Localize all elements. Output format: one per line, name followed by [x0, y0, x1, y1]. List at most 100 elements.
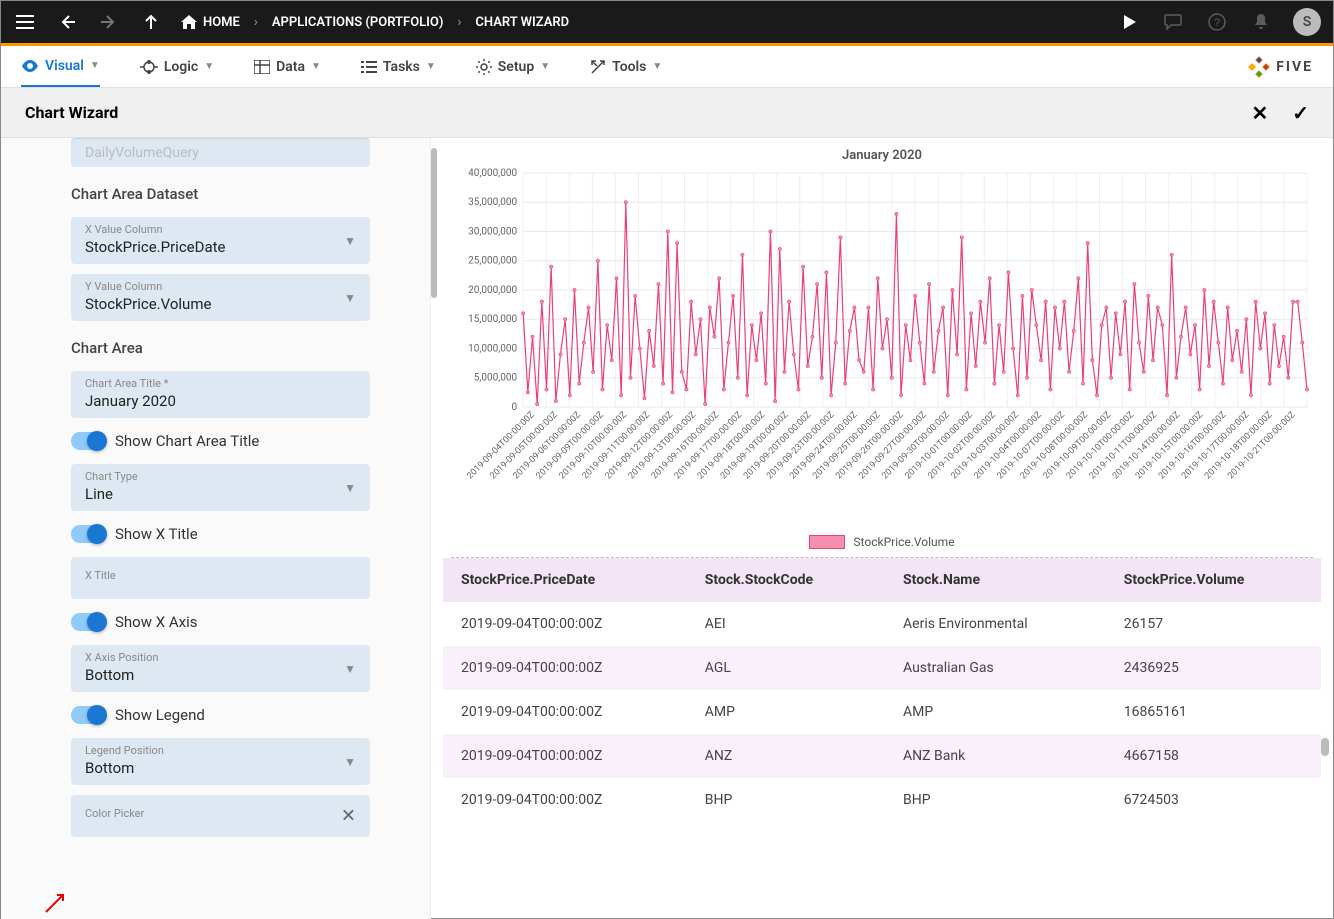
field-value: Line: [85, 485, 356, 503]
section-title-dataset: Chart Area Dataset: [71, 185, 370, 203]
legend-label: StockPrice.Volume: [853, 535, 954, 549]
chart-area-title-field[interactable]: Chart Area Title * January 2020: [71, 371, 370, 418]
data-table: StockPrice.PriceDateStock.StockCodeStock…: [443, 558, 1321, 822]
tab-label: Logic: [164, 59, 198, 75]
x-title-field[interactable]: X Title: [71, 557, 370, 599]
brand-logo: FIVE: [1248, 56, 1313, 78]
tab-data[interactable]: Data▼: [254, 46, 321, 87]
field-label: Chart Area Title *: [85, 377, 356, 390]
svg-text:25,000,000: 25,000,000: [468, 256, 517, 267]
table-cell: AGL: [687, 646, 885, 690]
show-x-axis-toggle[interactable]: [71, 613, 105, 631]
tab-visual[interactable]: Visual ▼: [21, 46, 100, 87]
tab-tasks[interactable]: Tasks▼: [361, 46, 436, 87]
check-icon[interactable]: ✓: [1292, 101, 1309, 125]
scrollbar[interactable]: [1321, 738, 1329, 756]
main: DailyVolumeQuery Chart Area Dataset X Va…: [1, 138, 1333, 919]
query-field-stub[interactable]: DailyVolumeQuery: [71, 138, 370, 167]
table-header: StockPrice.Volume: [1106, 558, 1321, 602]
table-cell: Aeris Environmental: [885, 602, 1106, 646]
field-label: X Axis Position: [85, 651, 356, 664]
table-cell: AEI: [687, 602, 885, 646]
chevron-down-icon: ▼: [311, 61, 321, 72]
table-cell: ANZ: [687, 734, 885, 778]
svg-text:5,000,000: 5,000,000: [474, 373, 518, 384]
table-row[interactable]: 2019-09-04T00:00:00ZAEIAeris Environment…: [443, 602, 1321, 646]
svg-text:10,000,000: 10,000,000: [468, 344, 517, 355]
section-title-chartarea: Chart Area: [71, 339, 370, 357]
svg-text:20,000,000: 20,000,000: [468, 285, 517, 296]
sidebar: DailyVolumeQuery Chart Area Dataset X Va…: [1, 138, 431, 919]
table-cell: 2019-09-04T00:00:00Z: [443, 602, 687, 646]
breadcrumb-apps[interactable]: APPLICATIONS (PORTFOLIO): [272, 15, 444, 30]
chevron-down-icon: ▼: [344, 234, 356, 248]
tab-tools[interactable]: Tools ▼: [590, 46, 662, 87]
toggle-label: Show Chart Area Title: [115, 432, 259, 450]
svg-text:30,000,000: 30,000,000: [468, 227, 517, 238]
breadcrumb-label: APPLICATIONS (PORTFOLIO): [272, 15, 444, 30]
bell-icon[interactable]: [1249, 10, 1273, 34]
svg-text:0: 0: [512, 402, 518, 413]
table-cell: AMP: [687, 690, 885, 734]
field-label: Color Picker: [85, 801, 356, 820]
chevron-down-icon: ▼: [652, 61, 662, 72]
legend-position-field[interactable]: Legend Position Bottom ▼: [71, 738, 370, 785]
chevron-right-icon: ›: [457, 15, 461, 30]
avatar[interactable]: S: [1293, 8, 1321, 36]
breadcrumb-home[interactable]: HOME: [181, 15, 240, 30]
x-value-column-field[interactable]: X Value Column StockPrice.PriceDate ▼: [71, 217, 370, 264]
show-legend-toggle[interactable]: [71, 706, 105, 724]
play-icon[interactable]: [1117, 10, 1141, 34]
table-row[interactable]: 2019-09-04T00:00:00ZAGLAustralian Gas243…: [443, 646, 1321, 690]
back-icon[interactable]: [55, 10, 79, 34]
table-cell: BHP: [885, 778, 1106, 822]
svg-text:40,000,000: 40,000,000: [468, 168, 517, 179]
tab-label: Visual: [45, 58, 84, 74]
color-picker-field[interactable]: Color Picker ✕: [71, 795, 370, 837]
table-row[interactable]: 2019-09-04T00:00:00ZBHPBHP6724503: [443, 778, 1321, 822]
brand-text: FIVE: [1276, 59, 1313, 75]
hamburger-icon[interactable]: [13, 10, 37, 34]
page-header: Chart Wizard ✕ ✓: [1, 88, 1333, 138]
content: January 2020 05,000,00010,000,00015,000,…: [431, 138, 1333, 919]
field-label: Chart Type: [85, 470, 356, 483]
close-icon[interactable]: ✕: [1251, 101, 1268, 125]
table-cell: 16865161: [1106, 690, 1321, 734]
field-label: X Title: [85, 563, 356, 582]
chevron-down-icon: ▼: [344, 481, 356, 495]
field-label: X Value Column: [85, 223, 356, 236]
help-icon[interactable]: ?: [1205, 10, 1229, 34]
table-cell: ANZ Bank: [885, 734, 1106, 778]
field-value: Bottom: [85, 666, 356, 684]
table-cell: 2019-09-04T00:00:00Z: [443, 734, 687, 778]
table-cell: 26157: [1106, 602, 1321, 646]
show-x-title-toggle[interactable]: [71, 525, 105, 543]
field-value: Bottom: [85, 759, 356, 777]
table-cell: 4667158: [1106, 734, 1321, 778]
y-value-column-field[interactable]: Y Value Column StockPrice.Volume ▼: [71, 274, 370, 321]
tab-label: Tools: [612, 59, 646, 75]
tab-logic[interactable]: Logic▼: [140, 46, 214, 87]
chevron-down-icon: ▼: [90, 60, 100, 71]
table-cell: 2019-09-04T00:00:00Z: [443, 778, 687, 822]
table-row[interactable]: 2019-09-04T00:00:00ZAMPAMP16865161: [443, 690, 1321, 734]
forward-icon[interactable]: [97, 10, 121, 34]
chevron-down-icon: ▼: [426, 61, 436, 72]
show-area-title-toggle[interactable]: [71, 432, 105, 450]
breadcrumb-label: HOME: [203, 15, 240, 30]
scrollbar[interactable]: [431, 148, 437, 298]
breadcrumb-chartwizard[interactable]: CHART WIZARD: [475, 15, 569, 30]
table-header: StockPrice.PriceDate: [443, 558, 687, 602]
svg-text:35,000,000: 35,000,000: [468, 197, 517, 208]
table-cell: AMP: [885, 690, 1106, 734]
tab-setup[interactable]: Setup▼: [476, 46, 550, 87]
breadcrumb: HOME › APPLICATIONS (PORTFOLIO) › CHART …: [181, 15, 569, 30]
chart-type-field[interactable]: Chart Type Line ▼: [71, 464, 370, 511]
clear-icon[interactable]: ✕: [341, 806, 356, 827]
topbar-right: ? S: [1117, 8, 1321, 36]
x-axis-position-field[interactable]: X Axis Position Bottom ▼: [71, 645, 370, 692]
chat-icon[interactable]: [1161, 10, 1185, 34]
table-row[interactable]: 2019-09-04T00:00:00ZANZANZ Bank4667158: [443, 734, 1321, 778]
up-icon[interactable]: [139, 10, 163, 34]
tabbar: Visual▼ Logic▼ Data▼ Tasks▼ Setup▼ Tools…: [1, 46, 1333, 88]
